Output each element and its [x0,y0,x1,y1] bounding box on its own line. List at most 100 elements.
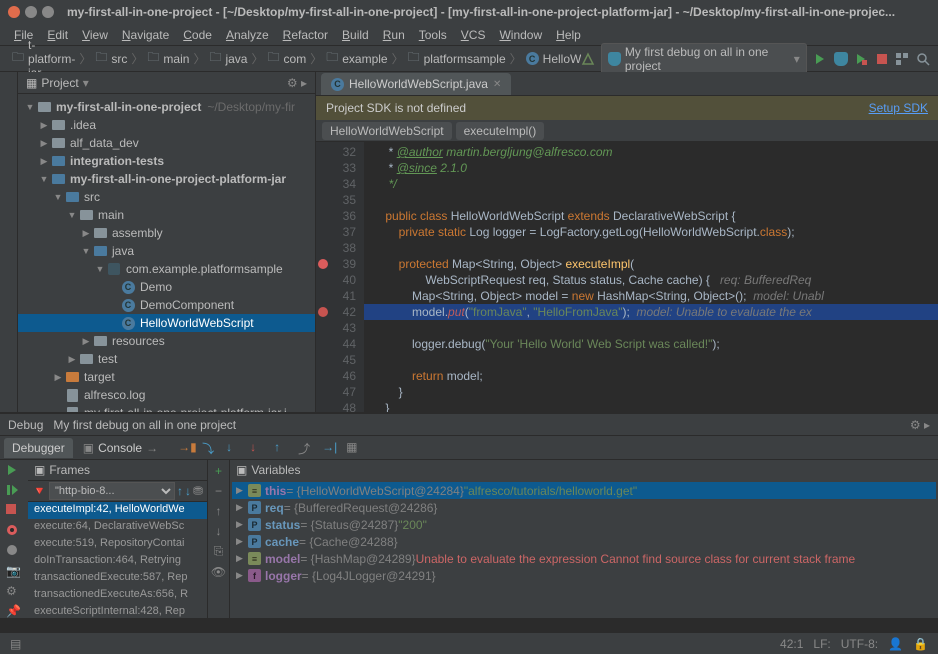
console-tab[interactable]: ▣Console→ [75,438,166,458]
lock-icon[interactable]: 🔒 [913,637,928,651]
run-button[interactable] [813,51,828,67]
inspector-icon[interactable]: 👤 [888,637,903,651]
move-up-button[interactable]: ↑ [216,504,222,518]
variable-item[interactable]: ▶≡model = {HashMap@24289} Unable to eval… [232,550,936,567]
breadcrumb-item[interactable]: 🗀java [205,48,251,69]
force-step-into-button[interactable]: ↓ [250,440,266,456]
window-maximize-icon[interactable] [42,6,54,18]
variable-item[interactable]: ▶Pstatus = {Status@24287} "200" [232,516,936,533]
project-settings-icon[interactable]: ⚙ ▸ [287,76,307,90]
next-frame-button[interactable]: ↓ [185,484,191,498]
project-panel-header[interactable]: ▦ Project ▾ ⚙ ▸ [18,72,315,94]
frames-filter-button[interactable]: ⛃ [193,484,203,498]
tree-node[interactable]: ▼java [18,242,315,260]
tree-node[interactable]: ▶test [18,350,315,368]
move-down-button[interactable]: ↓ [216,524,222,538]
window-minimize-icon[interactable] [25,6,37,18]
drop-frame-button[interactable]: ⤴ [298,440,314,456]
frame-item[interactable]: doInTransaction:464, Retrying [28,553,207,570]
debugger-tab[interactable]: Debugger [4,438,73,458]
show-execution-point-button[interactable]: →▮ [178,440,194,456]
frames-list[interactable]: executeImpl:42, HelloWorldWeexecute:64, … [28,502,207,618]
variable-item[interactable]: ▶Pcache = {Cache@24288} [232,533,936,550]
breadcrumb-item[interactable]: 🗀platformsample [404,48,510,69]
project-structure-button[interactable] [895,51,910,67]
get-thread-dump-button[interactable]: 📷 [6,564,22,578]
step-out-button[interactable]: ↑ [274,440,290,456]
tree-node[interactable]: ▼my-first-all-in-one-project-platform-ja… [18,170,315,188]
setup-sdk-link[interactable]: Setup SDK [869,101,928,115]
tree-node[interactable]: ▼com.example.platformsample [18,260,315,278]
variable-item[interactable]: ▶flogger = {Log4JLogger@24291} [232,567,936,584]
tree-node[interactable]: ▼my-first-all-in-one-project~/Desktop/my… [18,98,315,116]
editor-gutter[interactable]: 3233343536373839404142434445464748 [316,142,364,412]
run-with-coverage-button[interactable] [854,51,869,67]
tree-node[interactable]: CDemoComponent [18,296,315,314]
copy-button[interactable]: ⎘ [214,544,224,559]
view-breakpoints-button[interactable] [6,524,22,538]
window-close-icon[interactable] [8,6,20,18]
tree-node[interactable]: ▶integration-tests [18,152,315,170]
tree-node[interactable]: ▶alf_data_dev [18,134,315,152]
pin-button[interactable]: 📌 [6,604,22,618]
variables-list[interactable]: ▶≡this = {HelloWorldWebScript@24284} "al… [230,480,938,618]
debug-button[interactable] [833,51,848,67]
tree-node[interactable]: ▶target [18,368,315,386]
frame-item[interactable]: executeImpl:42, HelloWorldWe [28,502,207,519]
sdk-warning-banner: Project SDK is not defined Setup SDK [316,96,938,120]
code-content[interactable]: * @author martin.bergljung@alfresco.com … [364,142,938,412]
variable-item[interactable]: ▶≡this = {HelloWorldWebScript@24284} "al… [232,482,936,499]
tree-node[interactable]: CDemo [18,278,315,296]
rerun-button[interactable] [6,464,22,478]
line-separator[interactable]: LF: [813,637,830,651]
tree-node[interactable]: my-first-all-in-one-project-platform-jar… [18,404,315,412]
run-to-cursor-button[interactable]: →| [322,440,338,456]
new-watch-button[interactable]: + [215,464,222,478]
editor-tab[interactable]: C HelloWorldWebScript.java ✕ [321,73,511,95]
show-watches-button[interactable]: 👁 [211,565,226,579]
remove-watch-button[interactable]: − [215,484,222,498]
settings-button[interactable]: ⚙ [6,584,22,598]
breadcrumb-item[interactable]: 🗀example [322,48,391,69]
variable-item[interactable]: ▶Preq = {BufferedRequest@24286} [232,499,936,516]
stop-debug-button[interactable] [6,504,22,518]
close-tab-icon[interactable]: ✕ [493,79,501,90]
prev-frame-button[interactable]: ↑ [177,484,183,498]
thread-selector[interactable]: "http-bio-8... [49,482,175,500]
tree-node[interactable]: ▶resources [18,332,315,350]
tree-node[interactable]: ▼main [18,206,315,224]
file-encoding[interactable]: UTF-8: [841,637,878,651]
status-messages-icon[interactable]: ▤ [10,637,21,651]
search-everywhere-button[interactable] [915,51,930,67]
resume-button[interactable] [6,484,22,498]
frame-item[interactable]: transactionedExecute:587, Rep [28,570,207,587]
cursor-position[interactable]: 42:1 [780,637,803,651]
breadcrumb-item[interactable]: 🗀src [91,48,131,69]
breadcrumb-method[interactable]: executeImpl() [456,122,545,140]
mute-breakpoints-button[interactable] [6,544,22,558]
breadcrumb-item[interactable]: CHelloWorl... [522,52,581,66]
frame-item[interactable]: execute:519, RepositoryContai [28,536,207,553]
left-tool-strip[interactable] [0,72,18,412]
run-config-selector[interactable]: My first debug on all in one project ▾ [601,43,807,75]
frame-item[interactable]: execute:64, DeclarativeWebSc [28,519,207,536]
step-into-button[interactable]: ↓ [226,440,242,456]
frame-item[interactable]: executeScriptInternal:428, Rep [28,604,207,618]
project-tree[interactable]: ▼my-first-all-in-one-project~/Desktop/my… [18,94,315,412]
make-button[interactable] [581,51,596,67]
evaluate-expression-button[interactable]: ▦ [346,440,362,456]
tree-node[interactable]: CHelloWorldWebScript [18,314,315,332]
tree-node[interactable]: ▶.idea [18,116,315,134]
tree-node[interactable]: ▶assembly [18,224,315,242]
frame-item[interactable]: transactionedExecuteAs:656, R [28,587,207,604]
tree-node[interactable]: alfresco.log [18,386,315,404]
step-over-button[interactable]: ⤵ [202,440,218,456]
debug-settings-icon[interactable]: ⚙ ▸ [910,418,930,432]
debug-header[interactable]: Debug My first debug on all in one proje… [0,414,938,436]
tree-node[interactable]: ▼src [18,188,315,206]
breadcrumb-class[interactable]: HelloWorldWebScript [322,122,452,140]
breadcrumb-item[interactable]: 🗀main [143,48,193,69]
breadcrumb-item[interactable]: 🗀com [264,48,311,69]
code-editor[interactable]: 3233343536373839404142434445464748 * @au… [316,142,938,412]
stop-button[interactable] [874,51,889,67]
